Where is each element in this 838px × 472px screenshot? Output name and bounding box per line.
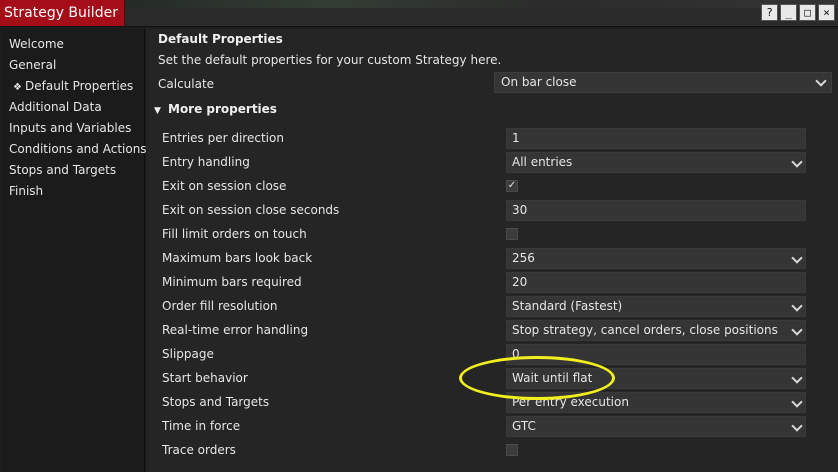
- more-properties-label: More properties: [168, 102, 277, 116]
- property-label: Stops and Targets: [162, 395, 270, 409]
- slippage-input[interactable]: 0: [506, 344, 806, 365]
- chevron-down-icon: [791, 324, 803, 336]
- property-row: Exit on session close seconds 30: [147, 197, 838, 221]
- property-label: Exit on session close: [162, 179, 287, 193]
- property-row: Start behavior Wait until flat: [147, 365, 838, 389]
- stops-and-targets-value: Per entry execution: [512, 395, 629, 409]
- page-title: Default Properties: [158, 32, 283, 46]
- sidebar-item-label: Conditions and Actions: [9, 142, 147, 156]
- title-bar: Strategy Builder ? _ □ ×: [0, 0, 838, 27]
- chevron-down-icon: [791, 156, 803, 168]
- fill-limit-orders-on-touch-checkbox[interactable]: [506, 228, 518, 240]
- caret-down-icon: ▼: [154, 106, 161, 116]
- property-label: Exit on session close seconds: [162, 203, 340, 217]
- entry-handling-select[interactable]: All entries: [506, 152, 806, 173]
- sidebar-item-default-properties[interactable]: ❖ Default Properties: [1, 78, 144, 99]
- minimize-button[interactable]: _: [780, 4, 797, 21]
- sidebar-item-label: Finish: [9, 184, 44, 198]
- sidebar-item-additional-data[interactable]: Additional Data: [1, 99, 144, 120]
- sidebar-item-label: General: [9, 58, 57, 72]
- property-row: Stops and Targets Per entry execution: [147, 389, 838, 413]
- sidebar-item-label: Welcome: [9, 37, 64, 51]
- sidebar-item-label: Stops and Targets: [9, 163, 117, 177]
- property-row: Order fill resolution Standard (Fastest): [147, 293, 838, 317]
- sidebar: Welcome General ❖ Default Properties Addi…: [1, 29, 147, 472]
- close-button[interactable]: ×: [818, 4, 835, 21]
- property-label: Order fill resolution: [162, 299, 278, 313]
- trace-orders-checkbox[interactable]: [506, 444, 518, 456]
- property-label: Start behavior: [162, 371, 248, 385]
- chevron-down-icon: [815, 75, 827, 87]
- chevron-down-icon: [791, 420, 803, 432]
- property-label: Entry handling: [162, 155, 250, 169]
- time-in-force-value: GTC: [512, 419, 536, 433]
- window-controls: ? _ □ ×: [761, 4, 835, 21]
- exit-on-session-close-seconds-input[interactable]: 30: [506, 200, 806, 221]
- entry-handling-value: All entries: [512, 155, 573, 169]
- maximum-bars-look-back-select[interactable]: 256: [506, 248, 806, 269]
- property-row: Real-time error handling Stop strategy, …: [147, 317, 838, 341]
- help-button[interactable]: ?: [761, 4, 778, 21]
- entries-per-direction-input[interactable]: 1: [506, 128, 806, 149]
- start-behavior-select[interactable]: Wait until flat: [506, 368, 806, 389]
- calculate-value: On bar close: [501, 75, 577, 89]
- sidebar-item-label: Additional Data: [9, 100, 102, 114]
- property-row: Entries per direction 1: [147, 125, 838, 149]
- order-fill-resolution-select[interactable]: Standard (Fastest): [506, 296, 806, 317]
- property-row: Time in force GTC: [147, 413, 838, 437]
- title-bar-decoration: [114, 0, 838, 8]
- chevron-down-icon: [791, 300, 803, 312]
- order-fill-resolution-value: Standard (Fastest): [512, 299, 623, 313]
- property-label: Entries per direction: [162, 131, 284, 145]
- sidebar-item-inputs-and-variables[interactable]: Inputs and Variables: [1, 120, 144, 141]
- calculate-select[interactable]: On bar close: [494, 72, 832, 93]
- property-row: Exit on session close ✓: [147, 173, 838, 197]
- minimum-bars-required-input[interactable]: 20: [506, 272, 806, 293]
- sidebar-item-label: Default Properties: [25, 79, 134, 93]
- real-time-error-handling-select[interactable]: Stop strategy, cancel orders, close posi…: [506, 320, 806, 341]
- property-row: Entry handling All entries: [147, 149, 838, 173]
- property-row: Minimum bars required 20: [147, 269, 838, 293]
- property-label: Minimum bars required: [162, 275, 302, 289]
- stops-and-targets-select[interactable]: Per entry execution: [506, 392, 806, 413]
- maximize-button[interactable]: □: [799, 4, 816, 21]
- chevron-down-icon: [791, 372, 803, 384]
- property-label: Maximum bars look back: [162, 251, 313, 265]
- property-row: Fill limit orders on touch: [147, 221, 838, 245]
- page-description: Set the default properties for your cust…: [158, 53, 502, 67]
- chevron-down-icon: [791, 396, 803, 408]
- real-time-error-handling-value: Stop strategy, cancel orders, close posi…: [512, 323, 778, 337]
- property-label: Time in force: [162, 419, 241, 433]
- calculate-label: Calculate: [158, 77, 215, 91]
- chevron-down-icon: [791, 252, 803, 264]
- sidebar-item-stops-and-targets[interactable]: Stops and Targets: [1, 162, 144, 183]
- property-label: Slippage: [162, 347, 214, 361]
- property-label: Fill limit orders on touch: [162, 227, 307, 241]
- property-row: Trace orders: [147, 437, 838, 461]
- properties-grid: Entries per direction 1 Entry handling A…: [147, 125, 838, 461]
- sidebar-item-welcome[interactable]: Welcome: [1, 36, 144, 57]
- property-row: Slippage 0: [147, 341, 838, 365]
- maximum-bars-look-back-value: 256: [512, 251, 535, 265]
- property-label: Trace orders: [162, 443, 236, 457]
- sidebar-item-conditions-and-actions[interactable]: Conditions and Actions: [1, 141, 147, 162]
- sidebar-item-general[interactable]: General: [1, 57, 144, 78]
- property-label: Real-time error handling: [162, 323, 309, 337]
- time-in-force-select[interactable]: GTC: [506, 416, 806, 437]
- start-behavior-value: Wait until flat: [512, 371, 593, 385]
- sidebar-item-finish[interactable]: Finish: [1, 183, 144, 204]
- diamond-icon: ❖: [13, 82, 22, 93]
- main-panel: Default Properties Set the default prope…: [147, 29, 838, 472]
- property-row: Maximum bars look back 256: [147, 245, 838, 269]
- more-properties-toggle[interactable]: ▼ More properties: [154, 102, 277, 116]
- exit-on-session-close-checkbox[interactable]: ✓: [506, 180, 518, 192]
- sidebar-item-label: Inputs and Variables: [9, 121, 132, 135]
- window-title: Strategy Builder: [0, 0, 125, 26]
